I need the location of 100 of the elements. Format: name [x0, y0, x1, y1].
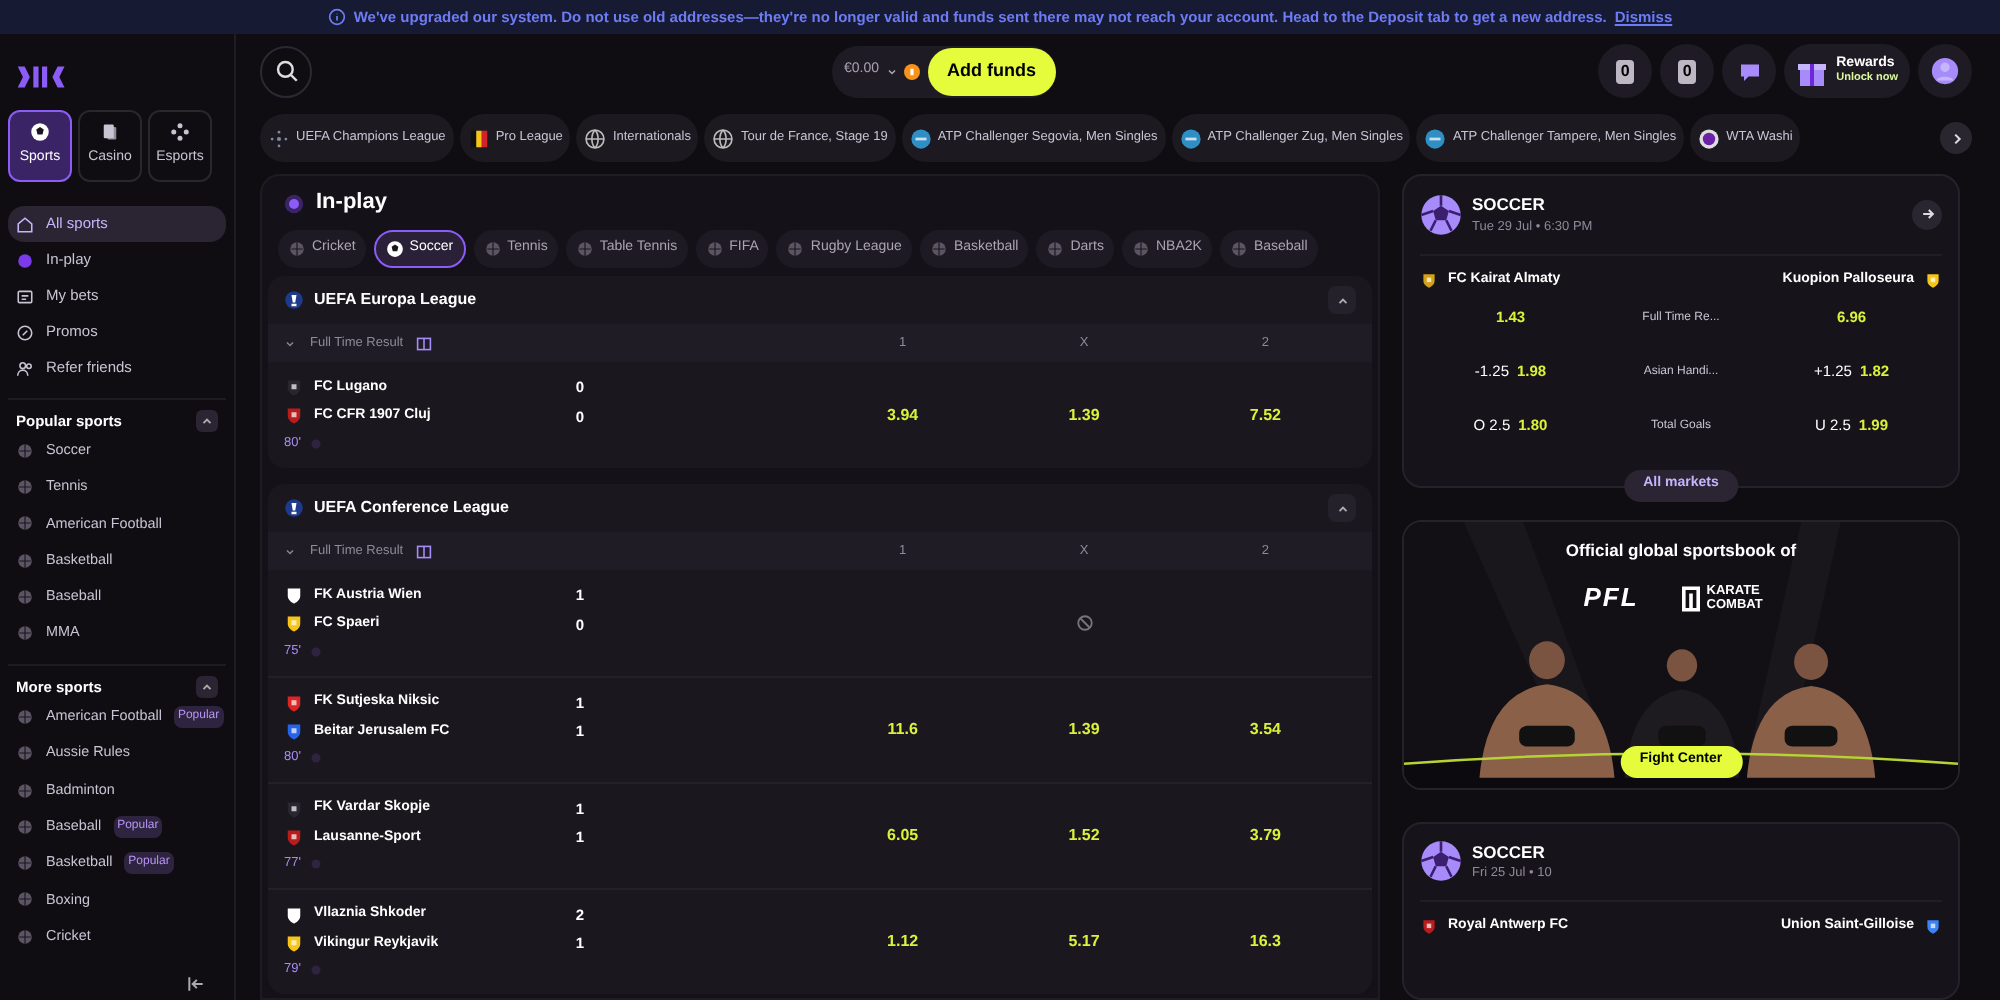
sport-icon: [16, 890, 34, 909]
flag-icon: [467, 127, 490, 149]
team-crest-icon: [284, 827, 304, 848]
avatar-icon: [1930, 56, 1960, 86]
sport-icon: [786, 240, 805, 258]
odds-button[interactable]: 11.6: [887, 718, 918, 742]
search-button[interactable]: [260, 45, 312, 97]
logo-icon: [16, 62, 68, 92]
sport-icon: [16, 441, 34, 460]
chevron-right-icon: [1949, 131, 1963, 145]
globe-icon: [584, 127, 607, 149]
info-icon: [327, 8, 346, 26]
sport-icon: [16, 927, 34, 946]
team-crest-icon: [1420, 916, 1438, 938]
sport-icon: [483, 240, 502, 258]
odds-button[interactable]: 1.39: [1068, 718, 1100, 742]
league-name: UEFA Conference League: [314, 496, 510, 520]
sport-icon: [385, 240, 404, 258]
team-crest-icon: [1924, 916, 1942, 938]
odds-button[interactable]: 1.12: [887, 930, 919, 954]
chevron-icon: [1335, 293, 1349, 307]
gamepad-icon: [170, 122, 190, 143]
sport-icon: [16, 707, 34, 726]
caret-icon: [284, 337, 296, 349]
bet-counter-button[interactable]: 0: [1660, 44, 1715, 98]
sport-icon: [575, 240, 594, 258]
profile-button[interactable]: [1918, 44, 1972, 98]
collapse-button[interactable]: [196, 410, 218, 433]
promo-icon: [16, 323, 34, 341]
cards-icon: [100, 122, 120, 143]
sport-icon: [1046, 240, 1065, 258]
live-dot-icon: [310, 858, 323, 871]
odds-button[interactable]: 3.79: [1249, 824, 1281, 848]
ball-icon: [30, 122, 50, 143]
live-dot-icon: [310, 964, 323, 977]
add-funds-button[interactable]: Add funds: [927, 47, 1057, 95]
team-crest-icon: [284, 721, 304, 742]
sport-icon: [16, 514, 34, 533]
live-dot-icon: [310, 752, 323, 765]
home-icon: [16, 215, 34, 233]
team-crest-icon: [284, 933, 304, 954]
sport-icon: [929, 240, 948, 258]
odds-button[interactable]: 3.94: [887, 403, 919, 427]
promo-headline: Official global sportsbook of: [1565, 537, 1797, 563]
team-crest-icon: [284, 378, 304, 398]
chat-button[interactable]: [1722, 44, 1777, 98]
sport-icon: [16, 478, 34, 497]
compare-icon: [415, 543, 432, 559]
team-crest-icon: [284, 905, 304, 925]
globe-icon: [712, 127, 735, 149]
team-crest-icon: [284, 586, 304, 606]
stars-icon: [268, 127, 290, 149]
sport-icon: [16, 551, 34, 570]
caret-icon: [885, 65, 898, 77]
sport-icon: [1229, 240, 1248, 258]
counter-text: 0: [1678, 59, 1696, 83]
chevron-icon: [200, 414, 214, 429]
team-crest-icon: [284, 799, 304, 819]
soccer-ball-icon: [1420, 840, 1462, 883]
bet-counter-button[interactable]: 0: [1598, 44, 1653, 98]
league-name: UEFA Europa League: [314, 288, 477, 312]
trophy-icon: [284, 498, 304, 518]
odds-button[interactable]: 3.54: [1249, 718, 1281, 742]
sport-icon: [1131, 240, 1150, 258]
sport-icon: [16, 854, 34, 873]
team-crest-icon: [284, 406, 304, 427]
odds-button[interactable]: 1.39: [1068, 403, 1100, 427]
friends-icon: [16, 359, 34, 377]
chat-icon: [1737, 59, 1762, 83]
panel-title: In-play: [316, 188, 387, 219]
team-crest-icon: [1420, 269, 1438, 291]
next-button[interactable]: [1940, 122, 1972, 154]
compare-icon: [415, 335, 432, 351]
coin-icon: [903, 63, 920, 79]
odds-button[interactable]: 1.52: [1068, 824, 1100, 848]
collapse-button[interactable]: [196, 676, 218, 699]
live-dot-icon: [310, 645, 323, 658]
sport-icon: [16, 744, 34, 763]
odds-button[interactable]: 7.52: [1249, 403, 1281, 427]
chevron-icon: [1335, 501, 1349, 515]
team-crest-icon: [1924, 269, 1942, 291]
team-crest-icon: [284, 693, 304, 713]
odds-button[interactable]: 5.17: [1068, 930, 1100, 954]
caret-icon: [284, 545, 296, 557]
counter-text: 0: [1616, 59, 1634, 83]
live-dot-icon: [284, 193, 304, 213]
arrow-right-icon: [1919, 206, 1935, 223]
live-dot-icon: [310, 437, 323, 450]
odds-button[interactable]: 16.3: [1249, 930, 1281, 954]
team-crest-icon: [284, 614, 304, 635]
search-icon: [273, 58, 299, 84]
sport-title: SOCCER: [1472, 839, 1547, 865]
bracket-logo-icon: [1682, 585, 1701, 611]
sport-icon: [16, 624, 34, 643]
open-match-button[interactable]: [1912, 199, 1942, 230]
blocked-icon: [1075, 614, 1093, 632]
odds-button[interactable]: 6.05: [887, 824, 919, 848]
collapse-sidebar-icon[interactable]: [186, 974, 206, 994]
sport-icon: [16, 781, 34, 800]
receipt-icon: [16, 287, 34, 305]
